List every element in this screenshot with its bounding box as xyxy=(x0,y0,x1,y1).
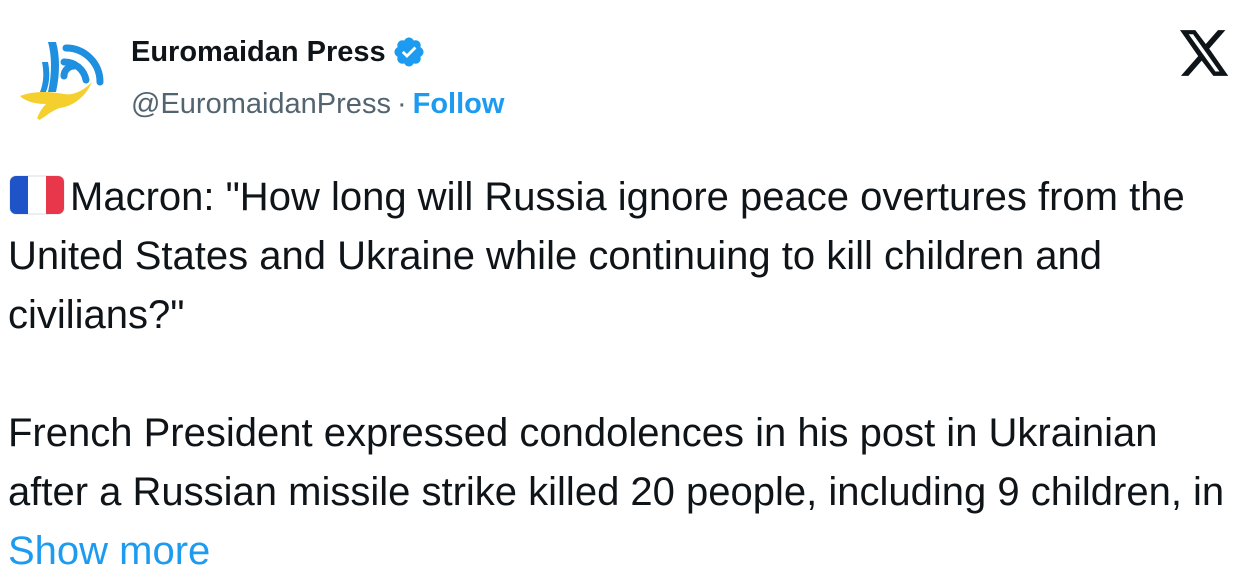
tweet-header: Euromaidan Press @EuromaidanPress · Foll… xyxy=(0,0,1245,140)
author-handle[interactable]: @EuromaidanPress xyxy=(131,88,391,121)
name-row: Euromaidan Press xyxy=(131,30,504,74)
display-name[interactable]: Euromaidan Press xyxy=(131,36,386,69)
tweet-detail-text: French President expressed condolences i… xyxy=(8,411,1225,514)
verified-badge-icon xyxy=(392,35,426,69)
author-block: Euromaidan Press @EuromaidanPress · Foll… xyxy=(131,30,504,126)
tweet-body: Macron: "How long will Russia ignore pea… xyxy=(8,168,1238,575)
euromaidan-press-logo-icon xyxy=(20,42,104,122)
show-more-link[interactable]: Show more xyxy=(8,529,210,573)
tweet-quote-text: Macron: "How long will Russia ignore pea… xyxy=(8,175,1185,337)
tweet-embed-card: Euromaidan Press @EuromaidanPress · Foll… xyxy=(0,0,1245,575)
avatar[interactable] xyxy=(12,22,116,126)
handle-row: @EuromaidanPress · Follow xyxy=(131,82,504,126)
x-logo-icon[interactable] xyxy=(1180,30,1230,76)
separator-dot: · xyxy=(396,87,407,120)
france-flag-icon xyxy=(8,174,66,216)
follow-button[interactable]: Follow xyxy=(413,88,505,121)
tweet-paragraph-2: French President expressed condolences i… xyxy=(8,404,1238,575)
tweet-paragraph-1: Macron: "How long will Russia ignore pea… xyxy=(8,168,1238,345)
